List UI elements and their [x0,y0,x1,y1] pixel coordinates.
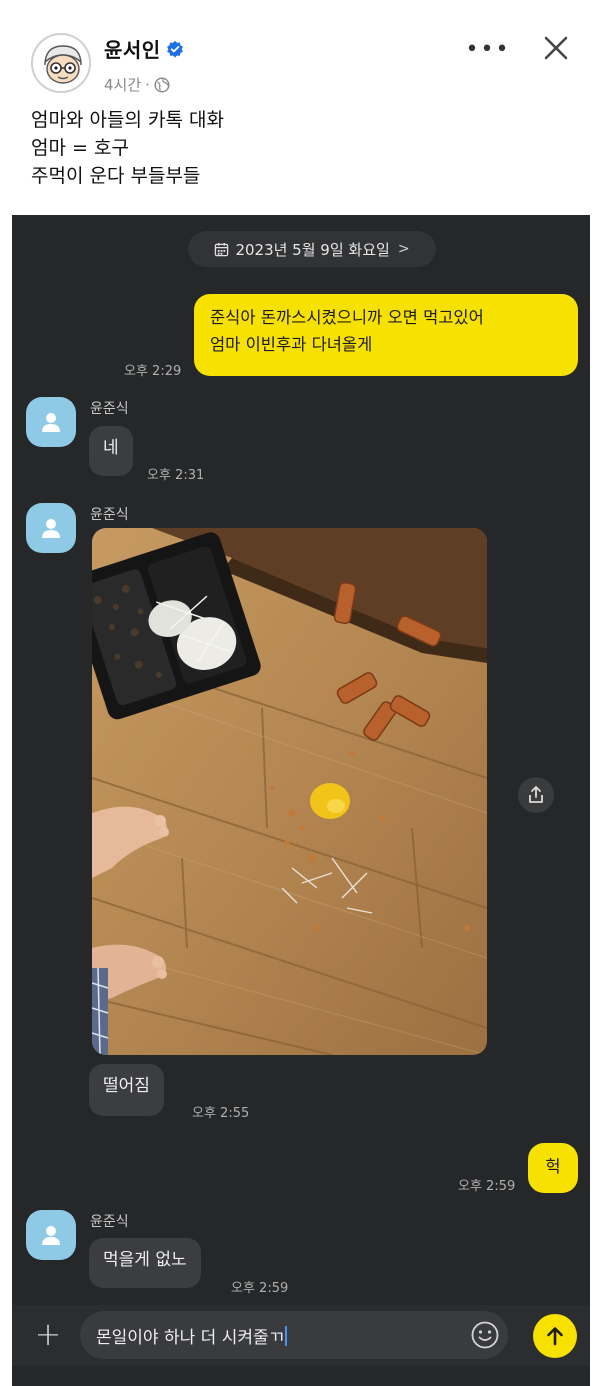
kakaotalk-chat-screenshot: 2023년 5월 9일 화요일 > 오후 2:29 준식아 돈까스시켰으니까 오… [12,215,590,1386]
post-body: 엄마와 아들의 카톡 대화 엄마 = 호구 주먹이 운다 부들부들 [31,106,224,190]
message-text: 떨어짐 [103,1076,150,1096]
plus-icon[interactable]: + [32,1318,64,1351]
message-time: 오후 2:59 [231,1281,289,1296]
sender-name: 윤준식 [90,507,129,523]
post-header: 윤서인 4시간 · ••• 엄마와 아들의 카톡 대화 엄마 = 호구 주먹이 … [0,0,600,215]
message-input-value: 몬일이야 하나 더 시켜줄ㄲ [96,1328,285,1348]
friend-message-bubble[interactable]: 먹을게 없노 [89,1238,201,1288]
sender-name: 윤준식 [90,1214,129,1230]
message-text: 헉 [545,1157,561,1176]
friend-message-bubble[interactable]: 네 [89,426,133,476]
send-arrow-icon [547,1327,563,1346]
person-icon [42,1226,60,1245]
author-name[interactable]: 윤서인 [104,34,161,63]
text-caret [285,1326,288,1346]
verified-badge-icon [166,40,183,57]
person-icon [42,413,60,432]
friend-avatar[interactable] [26,397,76,447]
share-button[interactable] [518,777,554,813]
message-text: 먹을게 없노 [103,1250,187,1270]
globe-icon [154,76,170,93]
emoji-icon[interactable] [470,1320,500,1350]
my-message-bubble[interactable]: 준식아 돈까스시켰으니까 오면 먹고있어 엄마 이빈후과 다녀올게 [194,294,578,376]
share-icon [529,786,543,803]
message-input-bar: + 몬일이야 하나 더 시켜줄ㄲ [12,1305,590,1366]
chevron-right-icon: > [397,241,410,257]
message-text: 네 [103,438,119,458]
message-line: 준식아 돈까스시켰으니까 오면 먹고있어 [210,308,484,327]
more-options-button[interactable]: ••• [466,35,509,63]
calendar-icon [215,242,229,256]
post-line: 주먹이 운다 부들부들 [31,165,201,187]
close-icon[interactable] [538,30,574,66]
photo-message[interactable] [92,528,487,1055]
message-input[interactable]: 몬일이야 하나 더 시켜줄ㄲ [80,1311,508,1359]
my-message-bubble[interactable]: 헉 [528,1143,578,1193]
sender-name: 윤준식 [90,401,129,417]
message-time: 오후 2:59 [458,1179,516,1194]
friend-message-bubble[interactable]: 떨어짐 [89,1064,164,1116]
message-time: 오후 2:31 [147,468,205,483]
post-meta: 4시간 · [104,74,170,95]
friend-avatar[interactable] [26,1210,76,1260]
post-line: 엄마와 아들의 카톡 대화 [31,109,224,131]
author-avatar[interactable] [31,33,91,93]
post-time: 4시간 [104,76,142,94]
message-line: 엄마 이빈후과 다녀올게 [210,335,373,354]
message-time: 오후 2:55 [192,1106,250,1121]
date-pill[interactable]: 2023년 5월 9일 화요일 > [188,231,436,267]
dropped-food-photo [92,528,487,1055]
cartoon-face-icon [34,36,89,91]
send-button[interactable] [533,1314,577,1358]
post-line: 엄마 = 호구 [31,137,129,159]
person-icon [42,519,60,538]
friend-avatar[interactable] [26,503,76,553]
message-time: 오후 2:29 [124,364,182,379]
message-input-text: 몬일이야 하나 더 시켜줄ㄲ [96,1323,288,1348]
date-label: 2023년 5월 9일 화요일 [235,240,390,259]
meta-separator: · [145,75,150,94]
author-row: 윤서인 [104,34,184,63]
